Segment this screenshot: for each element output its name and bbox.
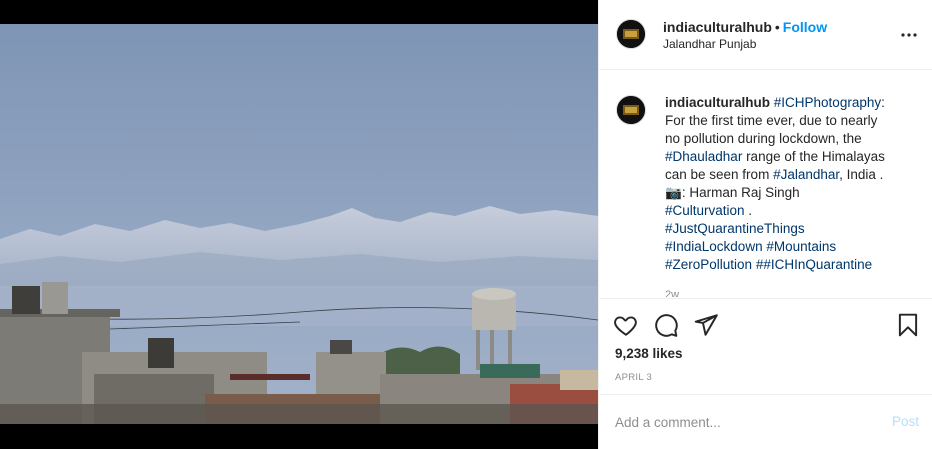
- post-side-panel: indiaculturalhub • Follow Jalandhar Punjab…: [598, 0, 932, 449]
- photo-himalayas-image: [0, 24, 598, 424]
- comment-box: Post: [599, 394, 932, 449]
- caption-line: no pollution during lockdown, the: [665, 131, 862, 146]
- caption-time: 2w: [665, 289, 680, 297]
- caption-text-part: : Harman Raj Singh: [681, 185, 800, 200]
- photo-panel: [0, 0, 598, 449]
- more-options-icon[interactable]: [899, 27, 919, 43]
- location-link[interactable]: Jalandhar Punjab: [663, 37, 756, 51]
- caption-text-part: :: [881, 95, 885, 110]
- comments-area[interactable]: indiaculturalhub #ICHPhotography: For th…: [599, 71, 932, 297]
- hashtag-zeropollution[interactable]: #ZeroPollution: [665, 257, 752, 272]
- caption-text: indiaculturalhub #ICHPhotography: For th…: [665, 94, 905, 274]
- separator-dot: •: [774, 19, 780, 35]
- hashtag-indialockdown[interactable]: #IndiaLockdown: [665, 239, 763, 254]
- avatar[interactable]: [616, 19, 646, 49]
- caption-text-part: .: [744, 203, 753, 218]
- hashtag-jalandhar[interactable]: #Jalandhar: [773, 167, 839, 182]
- caption-text-part: can be seen from: [665, 167, 774, 182]
- post-comment-button[interactable]: Post: [892, 414, 919, 429]
- post-header: indiaculturalhub • Follow Jalandhar Punjab: [599, 0, 932, 70]
- bookmark-icon[interactable]: [895, 312, 921, 338]
- share-icon[interactable]: [693, 312, 719, 338]
- hashtag-mountains[interactable]: #Mountains: [766, 239, 836, 254]
- hashtag-dhauladhar[interactable]: #Dhauladhar: [665, 149, 742, 164]
- caption-avatar[interactable]: [616, 95, 646, 125]
- post-photo[interactable]: [0, 24, 598, 424]
- comment-input[interactable]: [615, 411, 865, 433]
- comment-icon[interactable]: [653, 312, 679, 338]
- hashtag-ichinquarantine[interactable]: #ICHInQuarantine: [763, 257, 872, 272]
- post-date[interactable]: APRIL 3: [615, 372, 652, 383]
- heart-icon[interactable]: [613, 312, 639, 338]
- hashtag-culturvation[interactable]: #Culturvation: [665, 203, 745, 218]
- post-actions: [599, 298, 932, 348]
- caption-line: For the first time ever, due to nearly: [665, 113, 878, 128]
- username-link[interactable]: indiaculturalhub: [663, 19, 772, 35]
- caption-text-part: #: [752, 257, 764, 272]
- hashtag-ichphotography[interactable]: #ICHPhotography: [774, 95, 881, 110]
- camera-emoji-icon: 📷: [665, 185, 682, 200]
- caption-text-part: , India .: [839, 167, 884, 182]
- follow-button[interactable]: Follow: [783, 19, 827, 35]
- caption-text-part: range of the Himalayas: [742, 149, 885, 164]
- header-user-line: indiaculturalhub • Follow: [663, 19, 827, 35]
- caption-username[interactable]: indiaculturalhub: [665, 95, 770, 110]
- likes-count[interactable]: 9,238 likes: [615, 346, 683, 361]
- hashtag-justquarantinethings[interactable]: #JustQuarantineThings: [665, 221, 805, 236]
